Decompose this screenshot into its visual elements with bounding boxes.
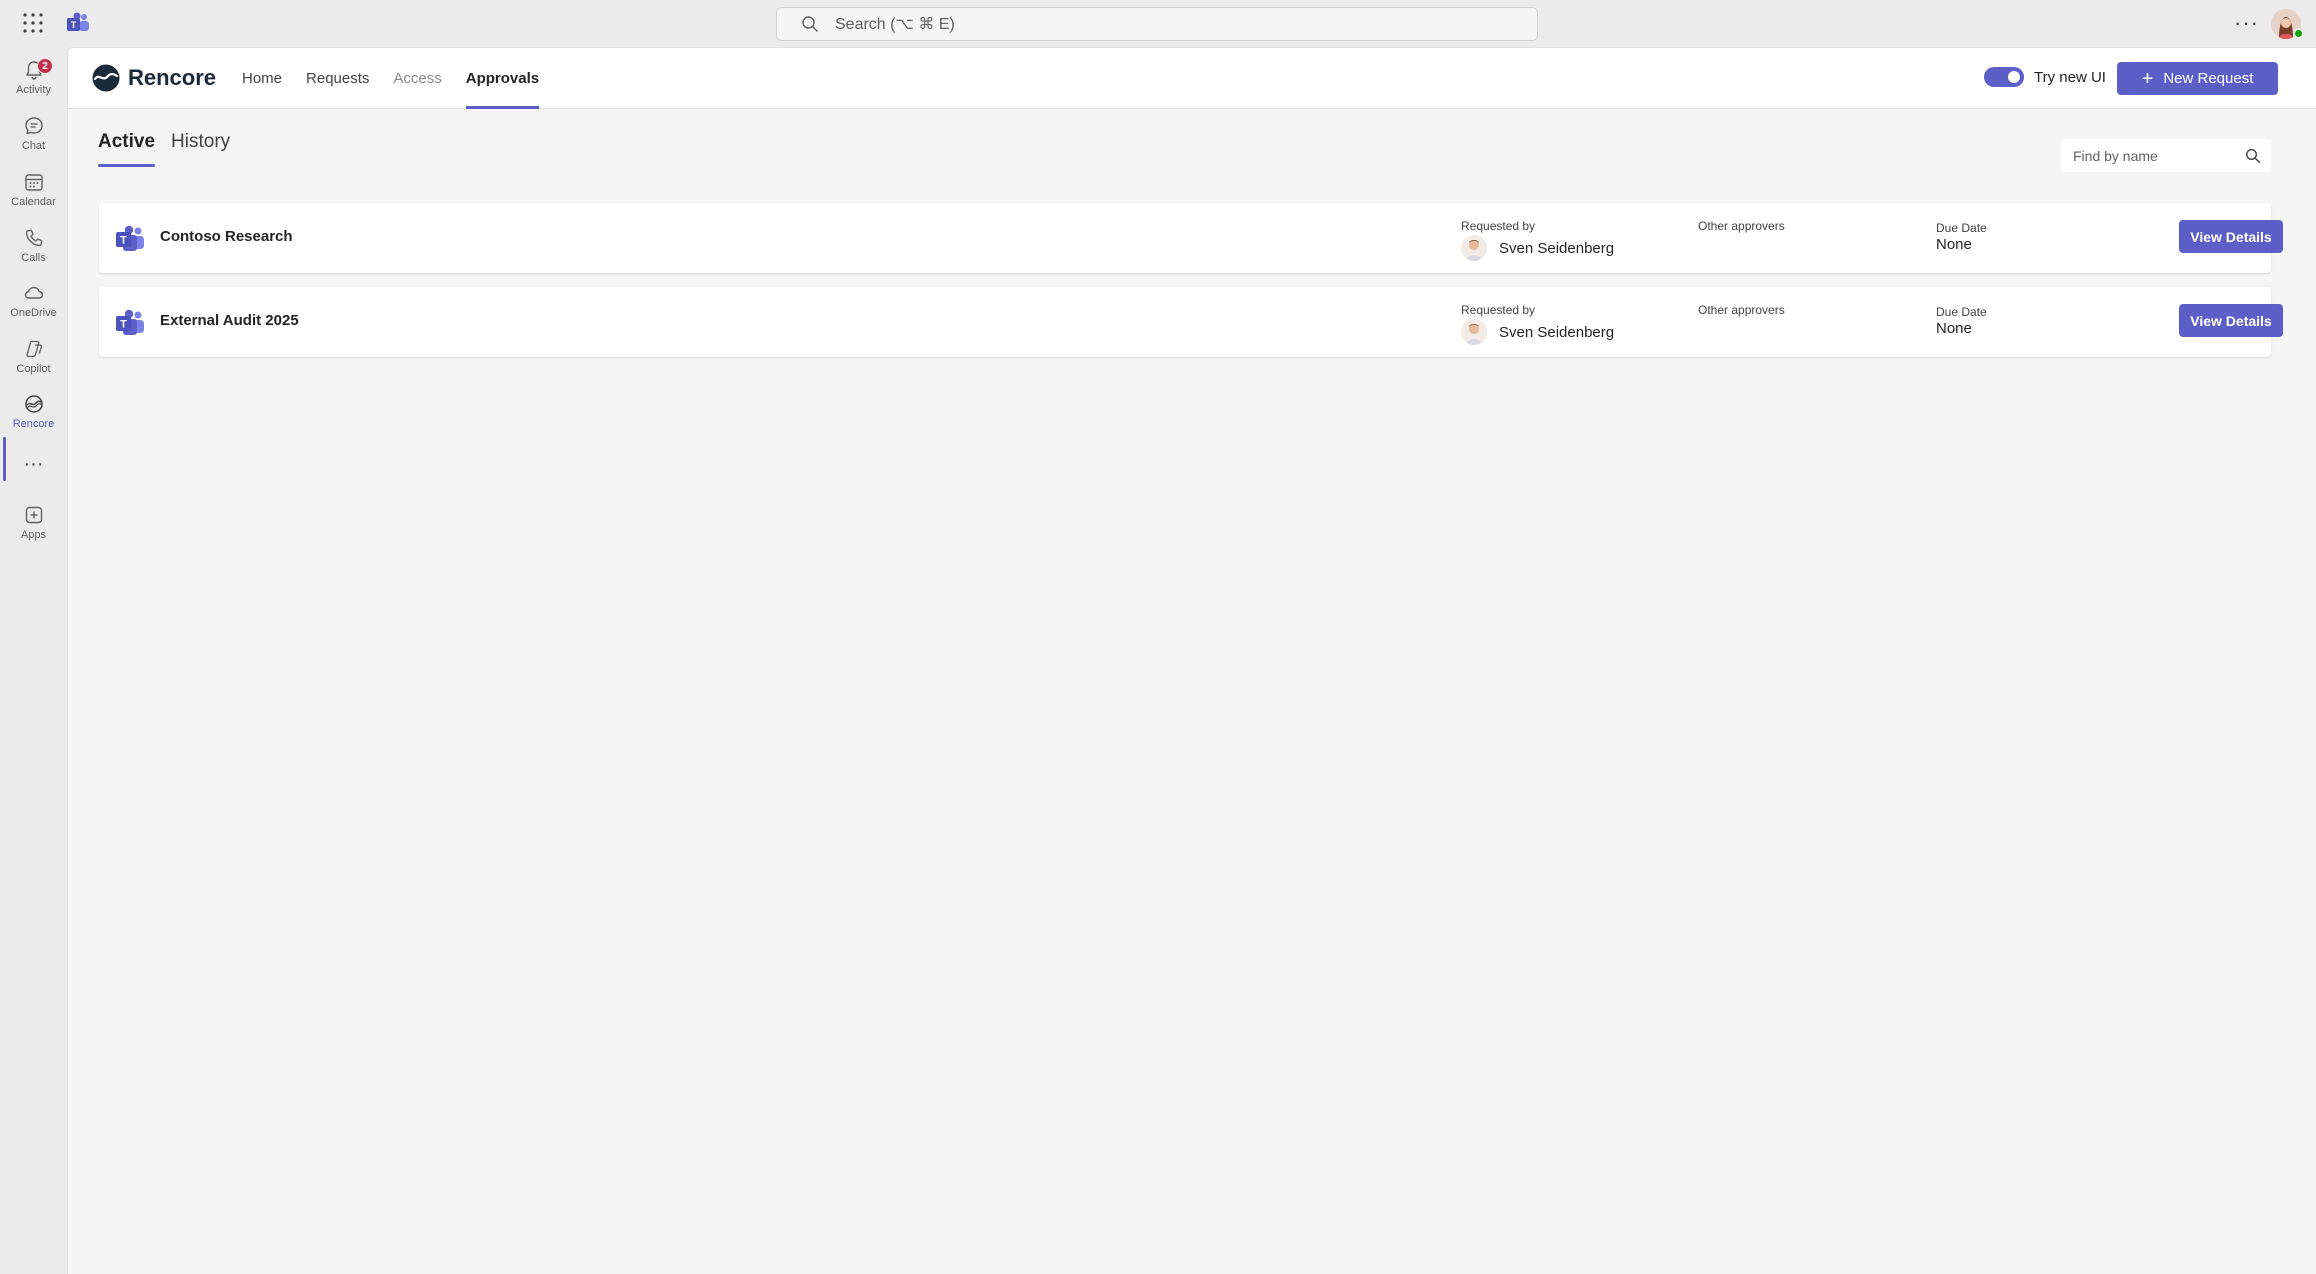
teams-logo-icon: T [67,12,89,31]
approval-name: External Audit 2025 [160,312,299,329]
other-approvers-label: Other approvers [1698,303,1785,317]
due-date-value: None [1936,320,1972,337]
requester-avatar [1461,235,1487,261]
presence-available-icon [2293,28,2304,39]
brand[interactable]: Rencore [92,64,216,92]
nav-home[interactable]: Home [242,48,282,109]
rail-label: Apps [20,529,47,541]
svg-text:T: T [120,319,127,331]
requester-name: Sven Seidenberg [1499,240,1615,257]
other-approvers-label: Other approvers [1698,219,1785,233]
rail-item-activity[interactable]: 2 Activity [0,51,67,103]
activity-badge: 2 [37,58,53,74]
find-placeholder: Find by name [2073,147,2158,164]
requester-avatar [1461,319,1487,345]
rail-item-rencore[interactable]: Rencore [0,385,67,437]
nav-requests[interactable]: Requests [306,48,369,109]
rail-label: Calendar [11,196,56,208]
rail-more-apps[interactable]: ··· [0,447,67,477]
more-icon: ··· [23,453,44,475]
app-header: Rencore Home Requests Access Approvals T… [68,48,2316,109]
rail-label: Calls [21,252,46,264]
rencore-icon [24,395,43,413]
new-request-label: New Request [2163,70,2254,87]
view-details-button[interactable]: View Details [2179,304,2283,337]
rail-item-calls[interactable]: Calls [0,219,67,271]
global-search-input[interactable]: Search (⌥ ⌘ E) [776,7,1538,41]
requester-name: Sven Seidenberg [1499,324,1615,341]
rail-label: Activity [16,84,51,96]
cloud-icon [24,286,43,299]
rail-item-onedrive[interactable]: OneDrive [0,274,67,326]
app-rail: 2 Activity Chat Calendar Calls OneDrive [0,47,67,1274]
teams-team-icon: T [116,309,144,335]
chat-icon [24,117,43,135]
approval-card: T Contoso Research Requested by Sven Sei… [99,203,2283,273]
copilot-icon [25,340,42,358]
approval-name: Contoso Research [160,228,293,245]
rail-label: Copilot [16,363,51,375]
calendar-icon [24,174,43,191]
rencore-app: Rencore Home Requests Access Approvals T… [67,47,2316,1274]
view-details-button[interactable]: View Details [2179,220,2283,253]
rail-label: Rencore [12,418,55,430]
rail-label: OneDrive [10,307,57,319]
due-date-label: Due Date [1936,305,1987,319]
more-options-icon[interactable]: ··· [2234,10,2259,36]
search-icon [802,16,818,32]
due-date-label: Due Date [1936,221,1987,235]
rail-item-copilot[interactable]: Copilot [0,330,67,382]
phone-icon [25,229,42,247]
toggle-switch[interactable] [1984,67,2024,87]
requested-by-label: Requested by [1461,303,1536,317]
rail-item-chat[interactable]: Chat [0,107,67,159]
rencore-logo-icon [92,64,120,92]
plus-icon: + [2141,67,2154,90]
svg-text:T: T [71,20,77,30]
find-by-name-input[interactable]: Find by name [2061,139,2271,172]
due-date-value: None [1936,236,1972,253]
rail-label: Chat [21,140,46,152]
approval-card: T External Audit 2025 Requested by Sven … [99,287,2283,357]
nav-access[interactable]: Access [393,48,441,109]
top-nav: Home Requests Access Approvals [242,48,563,109]
add-app-icon [25,506,42,524]
global-search-placeholder: Search (⌥ ⌘ E) [835,16,955,33]
tab-history[interactable]: History [171,131,230,167]
svg-text:T: T [120,235,127,247]
tab-active[interactable]: Active [98,131,156,167]
brand-name: Rencore [128,65,217,90]
teams-team-icon: T [116,225,144,251]
search-icon [2245,148,2261,163]
rail-item-calendar[interactable]: Calendar [0,163,67,215]
requested-by-label: Requested by [1461,219,1536,233]
app-launcher-icon[interactable] [22,12,44,34]
rail-item-apps[interactable]: Apps [0,496,67,548]
nav-approvals[interactable]: Approvals [465,48,540,109]
toggle-label: Try new UI [2034,68,2106,86]
title-bar: T Search (⌥ ⌘ E) ··· [0,0,2316,47]
new-request-button[interactable]: + New Request [2117,62,2278,95]
try-new-ui-toggle[interactable]: Try new UI [1984,67,2106,87]
approval-tabs: Active History [98,131,246,167]
